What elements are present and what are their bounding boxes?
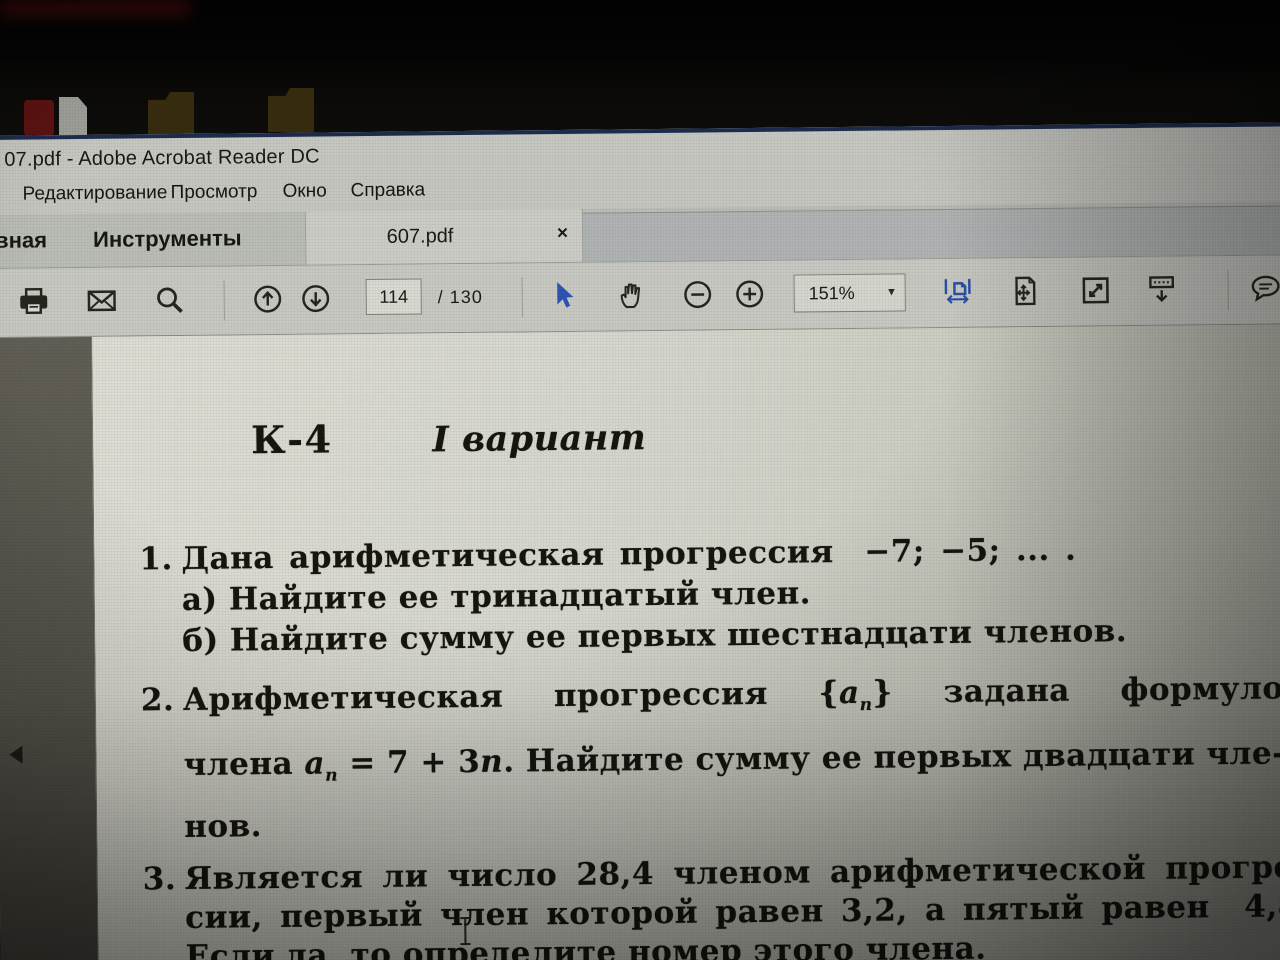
monitor-photo: 07.pdf - Adobe Acrobat Reader DC Редакти… (0, 0, 1280, 960)
tab-home[interactable]: вная (0, 227, 47, 254)
page-count-label: / 130 (437, 286, 483, 308)
window-title: 07.pdf - Adobe Acrobat Reader DC (4, 145, 320, 171)
desktop-folder-icon[interactable] (268, 88, 314, 132)
desktop-document-icon[interactable] (59, 97, 87, 137)
text-cursor (464, 917, 467, 946)
desktop-folder-icon[interactable] (148, 92, 194, 136)
problem-number: 1. (139, 541, 174, 578)
close-tab-icon[interactable]: × (557, 223, 568, 245)
zoom-in-icon[interactable] (734, 278, 766, 310)
page-number-input[interactable] (365, 278, 422, 316)
problem-3: 3. Является ли число 28,4 членом арифмети… (143, 849, 1280, 960)
prev-page-icon[interactable] (9, 745, 23, 764)
problem-text: нов. (184, 808, 263, 846)
search-icon[interactable] (154, 284, 186, 316)
viewer-canvas (0, 336, 100, 960)
worksheet-code: К-4 (250, 416, 333, 463)
problem-number: 2. (140, 682, 175, 719)
worksheet-heading: К-4 I вариант (137, 360, 1280, 513)
tab-strip (580, 205, 1280, 262)
problem-text: Дана арифметическая прогрессия −7; −5; .… (181, 531, 1077, 577)
fit-width-icon[interactable] (942, 276, 974, 308)
problem-text: Арифметическая прогрессия {an} задана фо… (182, 670, 1280, 718)
comment-icon[interactable] (1250, 272, 1280, 304)
email-icon[interactable] (86, 285, 118, 317)
zoom-out-icon[interactable] (682, 278, 714, 310)
tab-tools[interactable]: Инструменты (93, 225, 242, 253)
fit-page-icon[interactable] (1010, 275, 1042, 307)
printer-icon[interactable] (18, 285, 50, 317)
fullscreen-icon[interactable] (1080, 274, 1112, 306)
problem-2: 2. Арифметическая прогрессия {an} задана … (141, 662, 1280, 851)
hand-tool-icon[interactable] (616, 279, 648, 311)
pdf-page: К-4 I вариант 1. Дана арифметическая прогр… (92, 324, 1280, 960)
menu-window[interactable]: Окно (282, 180, 326, 202)
zoom-level-dropdown[interactable]: 151% ▾ (793, 273, 906, 313)
variant-title: I вариант (432, 417, 647, 461)
menu-edit[interactable]: Редактирование (23, 182, 168, 206)
toolbar-separator (223, 280, 225, 321)
problem-number: 3. (142, 861, 177, 898)
photo-glare (0, 0, 190, 16)
select-tool-icon[interactable] (548, 280, 580, 312)
document-area: К-4 I вариант 1. Дана арифметическая прогр… (0, 324, 1280, 960)
menu-help[interactable]: Справка (350, 179, 425, 202)
problem-text: а) Найдите ее тринадцатый член. (181, 575, 812, 618)
problem-1: 1. Дана арифметическая прогрессия −7; −5;… (139, 527, 1280, 662)
toolbar-separator (1227, 270, 1229, 311)
zoom-level-value: 151% (808, 282, 855, 304)
menu-view[interactable]: Просмотр (170, 181, 257, 204)
acrobat-window: 07.pdf - Adobe Acrobat Reader DC Редакти… (0, 122, 1280, 960)
page-down-icon[interactable] (300, 282, 332, 314)
toolbar-separator (521, 277, 523, 318)
tab-document-label: 607.pdf (386, 225, 454, 248)
read-mode-icon[interactable] (1146, 274, 1178, 306)
tab-document[interactable]: 607.pdf × (304, 208, 584, 265)
desktop-app-red-icon[interactable] (24, 100, 54, 136)
page-up-icon[interactable] (252, 283, 284, 315)
problem-text: б) Найдите сумму ее первых шестнадцати ч… (182, 613, 1128, 659)
problem-text: члена an = 7 + 3n. Найдите сумму ее перв… (183, 735, 1280, 786)
chevron-down-icon: ▾ (888, 283, 895, 299)
